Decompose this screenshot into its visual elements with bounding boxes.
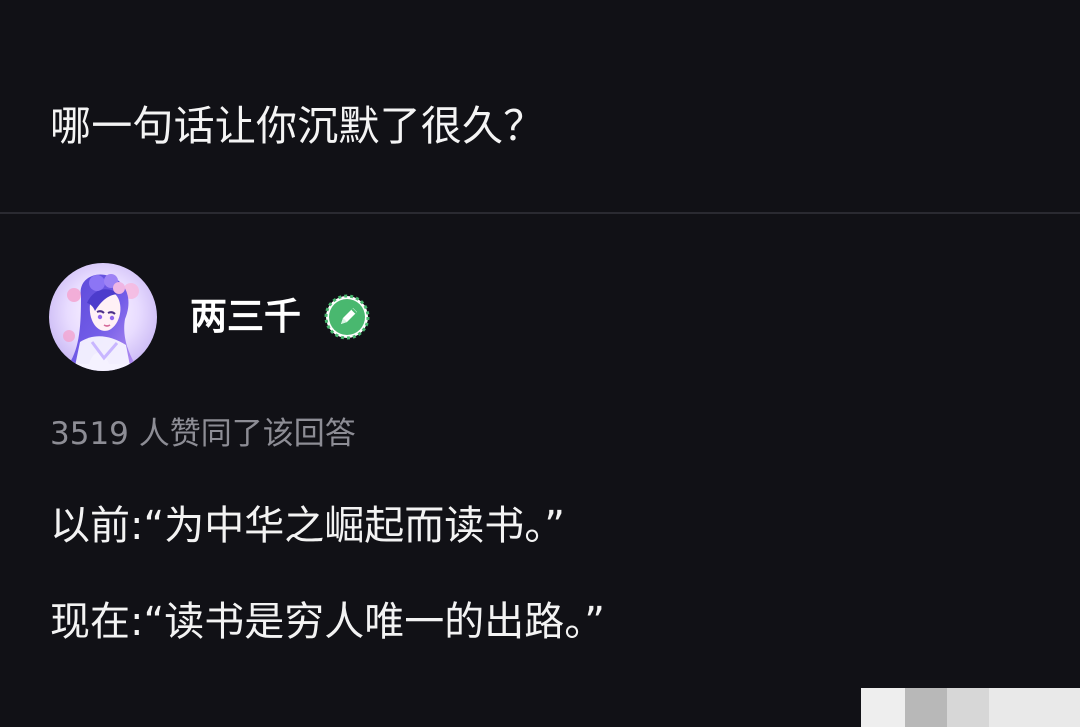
answer-text-line: 现在:“读书是穷人唯一的出路。” [50,599,605,645]
author-row: 两三千 [49,263,649,371]
verified-pen-badge-icon [324,294,370,340]
answer-page: 哪一句话让你沉默了很久？ 两三千 3519 人赞同了该回答 以前:“为中华之崛起… [0,0,1080,727]
anime-girl-avatar-icon [49,263,157,371]
section-divider [0,212,1080,214]
question-title[interactable]: 哪一句话让你沉默了很久？ [50,96,544,156]
author-name[interactable]: 两三千 [190,293,301,341]
vote-count-text: 3519 人赞同了该回答 [50,416,356,452]
blurred-watermark [861,688,1080,727]
answer-text-line: 以前:“为中华之崛起而读书。” [50,503,565,549]
author-avatar[interactable] [49,263,157,371]
